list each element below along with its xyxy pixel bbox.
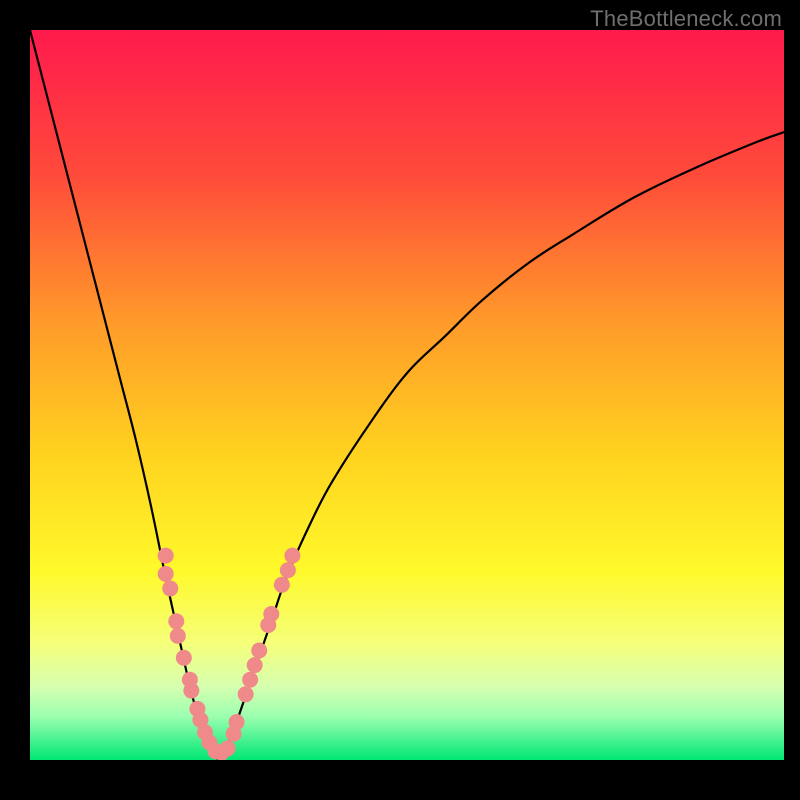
marker-bead	[238, 686, 254, 702]
marker-bead	[170, 628, 186, 644]
marker-bead	[247, 657, 263, 673]
gradient-background	[30, 30, 784, 760]
marker-bead	[242, 672, 258, 688]
marker-bead	[263, 606, 279, 622]
marker-bead	[284, 548, 300, 564]
marker-bead	[274, 577, 290, 593]
marker-bead	[176, 650, 192, 666]
marker-bead	[280, 562, 296, 578]
marker-bead	[158, 566, 174, 582]
marker-bead	[229, 714, 245, 730]
marker-bead	[158, 548, 174, 564]
marker-bead	[168, 613, 184, 629]
chart-stage: TheBottleneck.com	[0, 0, 800, 800]
marker-bead	[162, 580, 178, 596]
marker-bead	[251, 643, 267, 659]
watermark-text: TheBottleneck.com	[590, 6, 782, 32]
marker-bead	[220, 740, 236, 756]
chart-svg	[0, 0, 800, 800]
marker-bead	[183, 683, 199, 699]
